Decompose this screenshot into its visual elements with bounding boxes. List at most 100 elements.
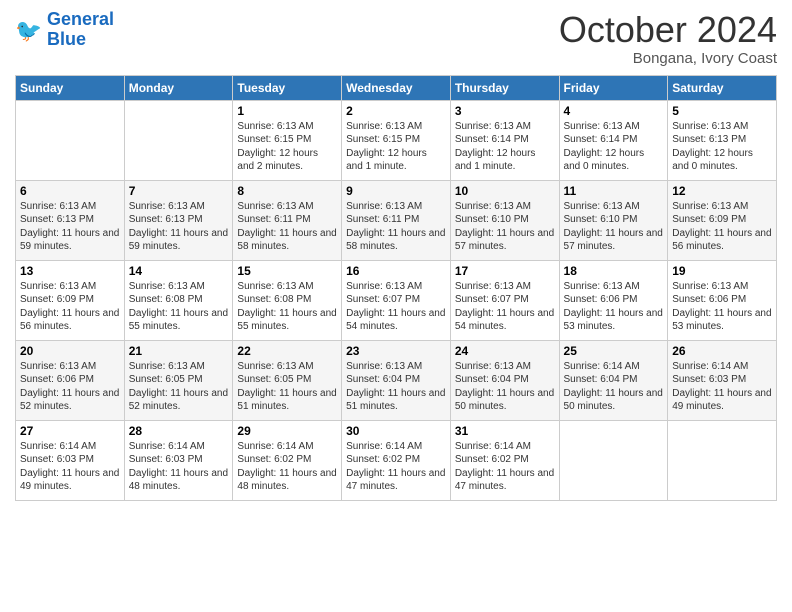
day-number: 5 [672, 104, 772, 118]
calendar-cell: 7 Sunrise: 6:13 AM Sunset: 6:13 PM Daylig… [124, 180, 233, 260]
day-info: Sunrise: 6:14 AM Sunset: 6:03 PM Dayligh… [129, 440, 229, 494]
calendar-cell: 25Sunrise: 6:14 AM Sunset: 6:04 PM Dayli… [559, 340, 668, 420]
calendar-cell [559, 420, 668, 500]
day-info: Sunrise: 6:13 AM Sunset: 6:10 PM Dayligh… [455, 200, 555, 254]
day-info: Sunrise: 6:14 AM Sunset: 6:02 PM Dayligh… [346, 440, 446, 494]
day-info: Sunrise: 6:14 AM Sunset: 6:03 PM Dayligh… [20, 440, 120, 494]
calendar-cell: 24 Sunrise: 6:13 AM Sunset: 6:04 PM Dayli… [450, 340, 559, 420]
day-info: Sunrise: 6:13 AM Sunset: 6:11 PM Dayligh… [237, 200, 337, 254]
day-number: 8 [237, 184, 337, 198]
calendar-cell: 28 Sunrise: 6:14 AM Sunset: 6:03 PM Dayli… [124, 420, 233, 500]
calendar-cell: 10 Sunrise: 6:13 AM Sunset: 6:10 PM Dayli… [450, 180, 559, 260]
day-header-monday: Monday [124, 75, 233, 100]
calendar-cell: 27 Sunrise: 6:14 AM Sunset: 6:03 PM Dayli… [16, 420, 125, 500]
location: Bongana, Ivory Coast [559, 50, 777, 67]
calendar-cell: 23 Sunrise: 6:13 AM Sunset: 6:04 PM Dayli… [342, 340, 451, 420]
logo-blue: Blue [47, 29, 86, 49]
calendar-cell [124, 100, 233, 180]
day-number: 22 [237, 344, 337, 358]
day-header-tuesday: Tuesday [233, 75, 342, 100]
day-info: Sunrise: 6:13 AM Sunset: 6:11 PM Dayligh… [346, 200, 446, 254]
calendar-cell: 12Sunrise: 6:13 AM Sunset: 6:09 PM Dayli… [668, 180, 777, 260]
calendar-cell: 31Sunrise: 6:14 AM Sunset: 6:02 PM Dayli… [450, 420, 559, 500]
day-number: 4 [564, 104, 664, 118]
day-number: 26 [672, 344, 772, 358]
day-info: Sunrise: 6:13 AM Sunset: 6:13 PM Dayligh… [672, 120, 772, 174]
calendar-cell: 1 Sunrise: 6:13 AM Sunset: 6:15 PM Daylig… [233, 100, 342, 180]
day-info: Sunrise: 6:13 AM Sunset: 6:04 PM Dayligh… [455, 360, 555, 414]
day-info: Sunrise: 6:13 AM Sunset: 6:06 PM Dayligh… [20, 360, 120, 414]
calendar-cell: 17 Sunrise: 6:13 AM Sunset: 6:07 PM Dayli… [450, 260, 559, 340]
day-info: Sunrise: 6:13 AM Sunset: 6:14 PM Dayligh… [564, 120, 664, 174]
calendar-cell: 20 Sunrise: 6:13 AM Sunset: 6:06 PM Dayli… [16, 340, 125, 420]
calendar-cell: 8 Sunrise: 6:13 AM Sunset: 6:11 PM Daylig… [233, 180, 342, 260]
day-number: 19 [672, 264, 772, 278]
day-info: Sunrise: 6:13 AM Sunset: 6:05 PM Dayligh… [129, 360, 229, 414]
day-info: Sunrise: 6:13 AM Sunset: 6:15 PM Dayligh… [237, 120, 337, 174]
calendar-cell: 6Sunrise: 6:13 AM Sunset: 6:13 PM Daylig… [16, 180, 125, 260]
day-info: Sunrise: 6:13 AM Sunset: 6:10 PM Dayligh… [564, 200, 664, 254]
day-info: Sunrise: 6:13 AM Sunset: 6:04 PM Dayligh… [346, 360, 446, 414]
day-number: 2 [346, 104, 446, 118]
calendar-cell: 4 Sunrise: 6:13 AM Sunset: 6:14 PM Daylig… [559, 100, 668, 180]
calendar-cell: 21 Sunrise: 6:13 AM Sunset: 6:05 PM Dayli… [124, 340, 233, 420]
day-number: 14 [129, 264, 229, 278]
day-info: Sunrise: 6:13 AM Sunset: 6:13 PM Dayligh… [129, 200, 229, 254]
calendar-cell: 13Sunrise: 6:13 AM Sunset: 6:09 PM Dayli… [16, 260, 125, 340]
day-number: 28 [129, 424, 229, 438]
day-number: 21 [129, 344, 229, 358]
day-number: 31 [455, 424, 555, 438]
logo-general: General [47, 9, 114, 29]
logo: 🐦 General Blue [15, 10, 114, 50]
calendar-cell: 2 Sunrise: 6:13 AM Sunset: 6:15 PM Daylig… [342, 100, 451, 180]
day-header-thursday: Thursday [450, 75, 559, 100]
day-info: Sunrise: 6:14 AM Sunset: 6:03 PM Dayligh… [672, 360, 772, 414]
calendar-cell [668, 420, 777, 500]
calendar-cell: 29 Sunrise: 6:14 AM Sunset: 6:02 PM Dayli… [233, 420, 342, 500]
day-number: 7 [129, 184, 229, 198]
logo-text: General Blue [47, 10, 114, 50]
day-number: 3 [455, 104, 555, 118]
calendar-cell: 3 Sunrise: 6:13 AM Sunset: 6:14 PM Daylig… [450, 100, 559, 180]
day-info: Sunrise: 6:13 AM Sunset: 6:06 PM Dayligh… [672, 280, 772, 334]
day-number: 1 [237, 104, 337, 118]
day-number: 23 [346, 344, 446, 358]
day-header-friday: Friday [559, 75, 668, 100]
day-info: Sunrise: 6:13 AM Sunset: 6:06 PM Dayligh… [564, 280, 664, 334]
day-number: 24 [455, 344, 555, 358]
day-number: 20 [20, 344, 120, 358]
calendar-cell: 26 Sunrise: 6:14 AM Sunset: 6:03 PM Dayli… [668, 340, 777, 420]
day-info: Sunrise: 6:13 AM Sunset: 6:05 PM Dayligh… [237, 360, 337, 414]
day-number: 6 [20, 184, 120, 198]
day-info: Sunrise: 6:13 AM Sunset: 6:15 PM Dayligh… [346, 120, 446, 174]
day-info: Sunrise: 6:13 AM Sunset: 6:08 PM Dayligh… [129, 280, 229, 334]
day-info: Sunrise: 6:13 AM Sunset: 6:07 PM Dayligh… [455, 280, 555, 334]
calendar-cell: 22 Sunrise: 6:13 AM Sunset: 6:05 PM Dayli… [233, 340, 342, 420]
header: 🐦 General Blue October 2024 Bongana, Ivo… [15, 10, 777, 67]
day-info: Sunrise: 6:13 AM Sunset: 6:09 PM Dayligh… [20, 280, 120, 334]
day-number: 29 [237, 424, 337, 438]
calendar-cell: 15Sunrise: 6:13 AM Sunset: 6:08 PM Dayli… [233, 260, 342, 340]
day-info: Sunrise: 6:13 AM Sunset: 6:07 PM Dayligh… [346, 280, 446, 334]
day-header-saturday: Saturday [668, 75, 777, 100]
day-number: 10 [455, 184, 555, 198]
day-info: Sunrise: 6:14 AM Sunset: 6:02 PM Dayligh… [237, 440, 337, 494]
day-info: Sunrise: 6:13 AM Sunset: 6:14 PM Dayligh… [455, 120, 555, 174]
page: 🐦 General Blue October 2024 Bongana, Ivo… [0, 0, 792, 612]
calendar-cell: 9 Sunrise: 6:13 AM Sunset: 6:11 PM Daylig… [342, 180, 451, 260]
calendar-cell [16, 100, 125, 180]
day-number: 27 [20, 424, 120, 438]
title-block: October 2024 Bongana, Ivory Coast [559, 10, 777, 67]
calendar-cell: 5 Sunrise: 6:13 AM Sunset: 6:13 PM Daylig… [668, 100, 777, 180]
day-header-wednesday: Wednesday [342, 75, 451, 100]
day-header-sunday: Sunday [16, 75, 125, 100]
calendar-cell: 11Sunrise: 6:13 AM Sunset: 6:10 PM Dayli… [559, 180, 668, 260]
calendar-cell: 19 Sunrise: 6:13 AM Sunset: 6:06 PM Dayli… [668, 260, 777, 340]
day-number: 9 [346, 184, 446, 198]
logo-bird-icon: 🐦 [15, 16, 43, 44]
day-number: 15 [237, 264, 337, 278]
day-info: Sunrise: 6:14 AM Sunset: 6:04 PM Dayligh… [564, 360, 664, 414]
calendar-cell: 18Sunrise: 6:13 AM Sunset: 6:06 PM Dayli… [559, 260, 668, 340]
day-number: 17 [455, 264, 555, 278]
svg-text:🐦: 🐦 [15, 18, 42, 43]
